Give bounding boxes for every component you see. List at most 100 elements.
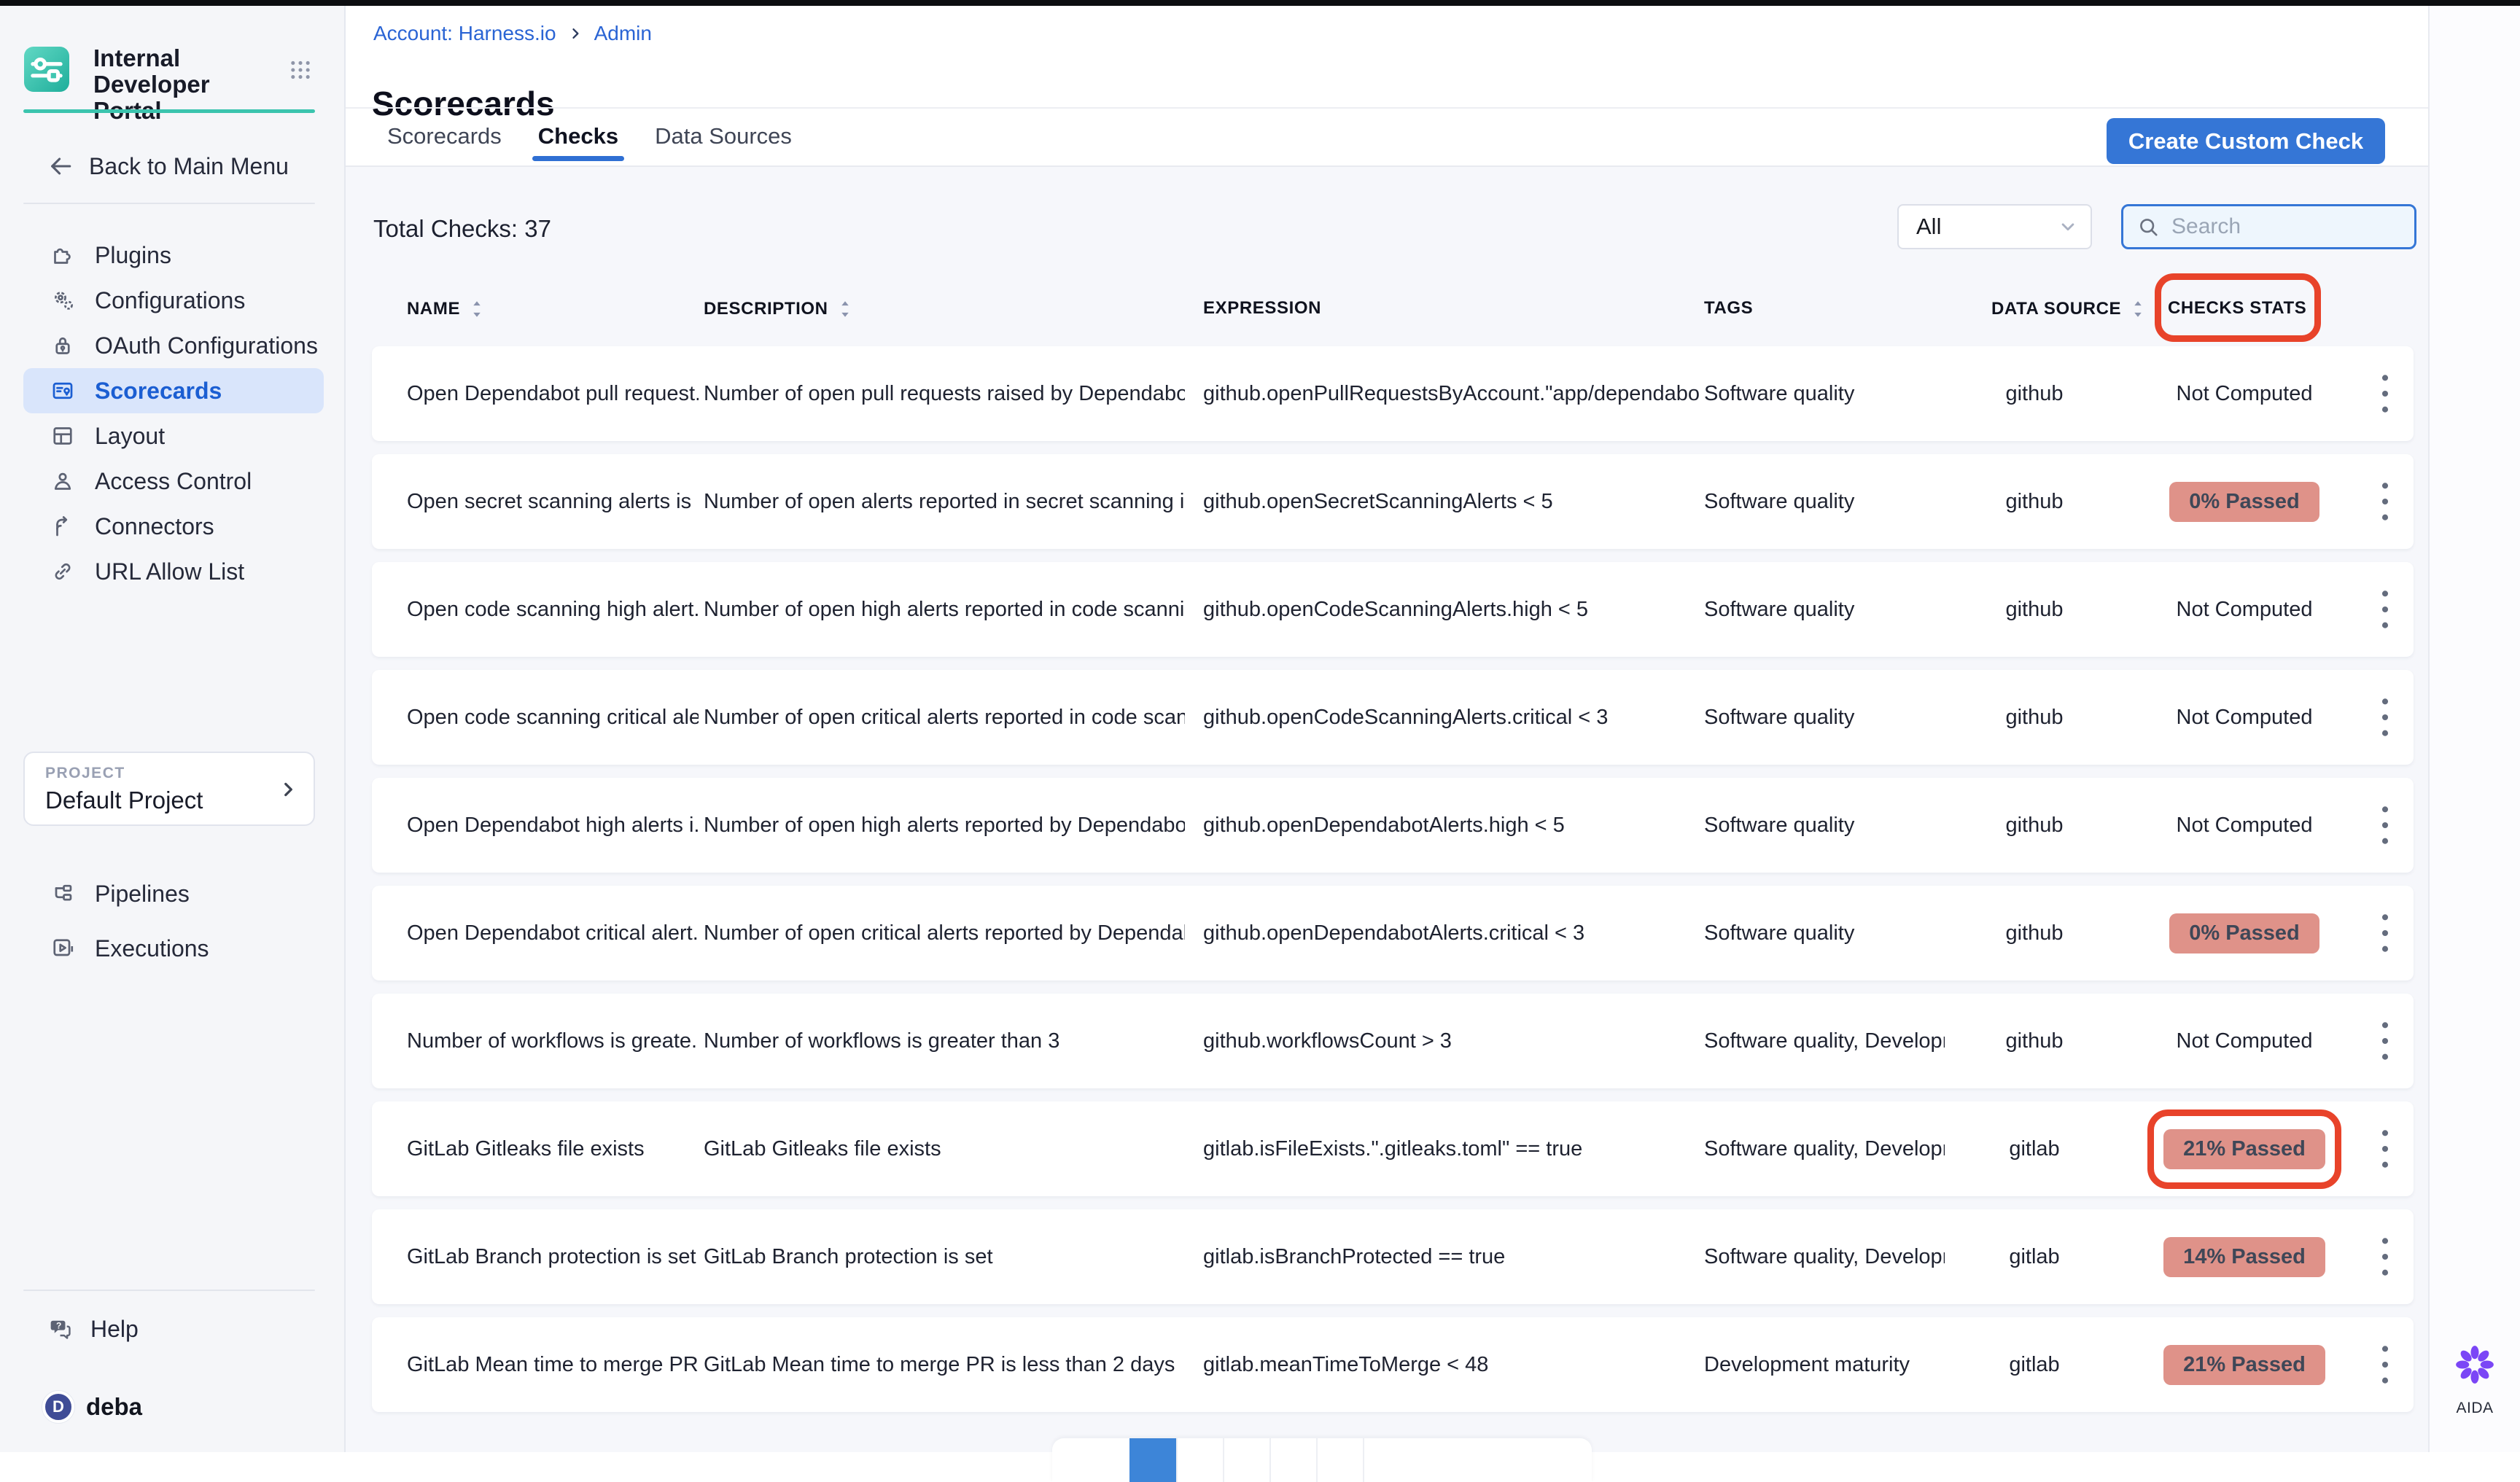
- idp-app-logo: [23, 47, 70, 92]
- lock-icon: [50, 332, 76, 359]
- search-input[interactable]: [2170, 214, 2404, 240]
- help-label: Help: [90, 1316, 139, 1343]
- table-row[interactable]: Open Dependabot critical alert... Number…: [372, 886, 2414, 980]
- pagination-next-button[interactable]: [1363, 1438, 1592, 1482]
- check-stats-value: Not Computed: [2177, 706, 2313, 730]
- create-custom-check-button[interactable]: Create Custom Check: [2107, 118, 2385, 164]
- check-data-source: github: [1961, 886, 2107, 980]
- project-selector[interactable]: PROJECT Default Project: [23, 752, 315, 826]
- check-description: Number of open high alerts reported in c…: [704, 562, 1185, 657]
- table-row[interactable]: GitLab Mean time to merge PR ... GitLab …: [372, 1317, 2414, 1412]
- table-row[interactable]: Open secret scanning alerts is ... Numbe…: [372, 454, 2414, 549]
- column-header-name[interactable]: NAME: [407, 298, 486, 320]
- check-stats-cell: 21% Passed: [2135, 1101, 2354, 1196]
- check-tags: Development maturity: [1704, 1317, 1945, 1412]
- table-row[interactable]: Number of workflows is greate... Number …: [372, 994, 2414, 1088]
- sidebar-item-label: Scorecards: [95, 378, 222, 405]
- sidebar-item-configurations[interactable]: Configurations: [23, 278, 324, 323]
- table-row[interactable]: Open code scanning high alert... Number …: [372, 562, 2414, 657]
- check-data-source: github: [1961, 778, 2107, 873]
- breadcrumb-admin-link[interactable]: Admin: [594, 22, 652, 45]
- table-row[interactable]: Open Dependabot high alerts i... Number …: [372, 778, 2414, 873]
- pagination-page-button[interactable]: [1176, 1438, 1223, 1482]
- check-tags: Software quality: [1704, 778, 1945, 873]
- check-tags: Software quality, Development...: [1704, 994, 1945, 1088]
- sidebar-item-url-allow-list[interactable]: URL Allow List: [23, 549, 324, 594]
- pagination-page-button[interactable]: [1223, 1438, 1269, 1482]
- check-description: GitLab Gitleaks file exists: [704, 1101, 1185, 1196]
- check-tags: Software quality: [1704, 454, 1945, 549]
- user-menu[interactable]: D deba: [0, 1387, 346, 1427]
- check-stats-cell: Not Computed: [2135, 346, 2354, 441]
- kebab-menu-icon[interactable]: [2371, 562, 2400, 657]
- kebab-menu-icon[interactable]: [2371, 670, 2400, 765]
- pagination-page-button-active[interactable]: [1129, 1438, 1176, 1482]
- sidebar-item-connectors[interactable]: Connectors: [23, 504, 324, 549]
- column-header-description[interactable]: DESCRIPTION: [704, 298, 855, 320]
- sort-icon: [2128, 298, 2147, 320]
- column-header-data-source[interactable]: DATA SOURCE: [1991, 298, 2147, 320]
- sidebar-item-oauth-configurations[interactable]: OAuth Configurations: [23, 323, 324, 368]
- check-description: Number of open alerts reported in secret…: [704, 454, 1185, 549]
- check-expression: github.openCodeScanningAlerts.critical <…: [1203, 670, 1699, 765]
- sidebar-item-executions[interactable]: Executions: [23, 926, 324, 971]
- filter-dropdown[interactable]: All: [1897, 204, 2092, 249]
- back-to-main-menu-button[interactable]: Back to Main Menu: [0, 147, 346, 185]
- sort-icon: [467, 298, 486, 320]
- kebab-menu-icon[interactable]: [2371, 1317, 2400, 1412]
- checks-table-body: Open Dependabot pull request... Number o…: [372, 346, 2414, 1425]
- check-description: Number of workflows is greater than 3: [704, 994, 1185, 1088]
- app-grid-menu-icon[interactable]: [289, 60, 312, 84]
- kebab-menu-icon[interactable]: [2371, 346, 2400, 441]
- check-stats-cell: 0% Passed: [2135, 886, 2354, 980]
- pagination-page-button[interactable]: [1269, 1438, 1316, 1482]
- check-stats-value: 21% Passed: [2163, 1345, 2325, 1385]
- help-button[interactable]: ? Help: [0, 1310, 346, 1348]
- sidebar-item-access-control[interactable]: Access Control: [23, 459, 324, 504]
- table-row[interactable]: GitLab Gitleaks file exists GitLab Gitle…: [372, 1101, 2414, 1196]
- breadcrumb-chevron-icon: [568, 26, 583, 42]
- back-arrow-icon: [47, 154, 74, 179]
- search-icon: [2136, 215, 2160, 238]
- column-header-tags: TAGS: [1704, 298, 1753, 319]
- sidebar-item-scorecards[interactable]: Scorecards: [23, 368, 324, 413]
- check-data-source: github: [1961, 454, 2107, 549]
- check-data-source: github: [1961, 994, 2107, 1088]
- sidebar-item-layout[interactable]: Layout: [23, 413, 324, 459]
- search-box: [2121, 204, 2416, 249]
- table-row[interactable]: Open code scanning critical ale... Numbe…: [372, 670, 2414, 765]
- check-description: Number of open high alerts reported by D…: [704, 778, 1185, 873]
- kebab-menu-icon[interactable]: [2371, 886, 2400, 980]
- tab-scorecards[interactable]: Scorecards: [386, 123, 503, 149]
- sidebar-item-label: Pipelines: [95, 881, 190, 908]
- kebab-menu-icon[interactable]: [2371, 454, 2400, 549]
- kebab-menu-icon[interactable]: [2371, 778, 2400, 873]
- sidebar-item-label: Plugins: [95, 242, 171, 269]
- tab-checks[interactable]: Checks: [537, 123, 620, 149]
- kebab-menu-icon[interactable]: [2371, 1101, 2400, 1196]
- sidebar-item-label: URL Allow List: [95, 558, 244, 585]
- tab-data-sources[interactable]: Data Sources: [653, 123, 793, 149]
- check-name: GitLab Mean time to merge PR ...: [407, 1317, 699, 1412]
- check-stats-cell: Not Computed: [2135, 562, 2354, 657]
- sidebar-item-plugins[interactable]: Plugins: [23, 233, 324, 278]
- column-header-expression: EXPRESSION: [1203, 298, 1321, 319]
- check-expression: github.workflowsCount > 3: [1203, 994, 1699, 1088]
- kebab-menu-icon[interactable]: [2371, 994, 2400, 1088]
- filter-selected-value: All: [1916, 214, 2057, 240]
- column-header-checks-stats: CHECKS STATS: [2168, 298, 2306, 319]
- table-row[interactable]: Open Dependabot pull request... Number o…: [372, 346, 2414, 441]
- breadcrumb-account-link[interactable]: Account: Harness.io: [373, 22, 556, 45]
- sidebar-item-pipelines[interactable]: Pipelines: [23, 871, 324, 916]
- page-header: Account: Harness.io Admin Scorecards Sco…: [346, 6, 2428, 167]
- kebab-menu-icon[interactable]: [2371, 1209, 2400, 1304]
- sidebar-project-menu: Pipelines Executions: [0, 871, 346, 980]
- brand-divider: [23, 109, 315, 113]
- check-tags: Software quality: [1704, 886, 1945, 980]
- check-tags: Software quality: [1704, 562, 1945, 657]
- aida-assistant-button[interactable]: AIDA: [2430, 1341, 2520, 1417]
- check-stats-cell: 14% Passed: [2135, 1209, 2354, 1304]
- pagination-page-button[interactable]: [1316, 1438, 1363, 1482]
- table-row[interactable]: GitLab Branch protection is set GitLab B…: [372, 1209, 2414, 1304]
- pagination-prev-button[interactable]: [1052, 1438, 1129, 1482]
